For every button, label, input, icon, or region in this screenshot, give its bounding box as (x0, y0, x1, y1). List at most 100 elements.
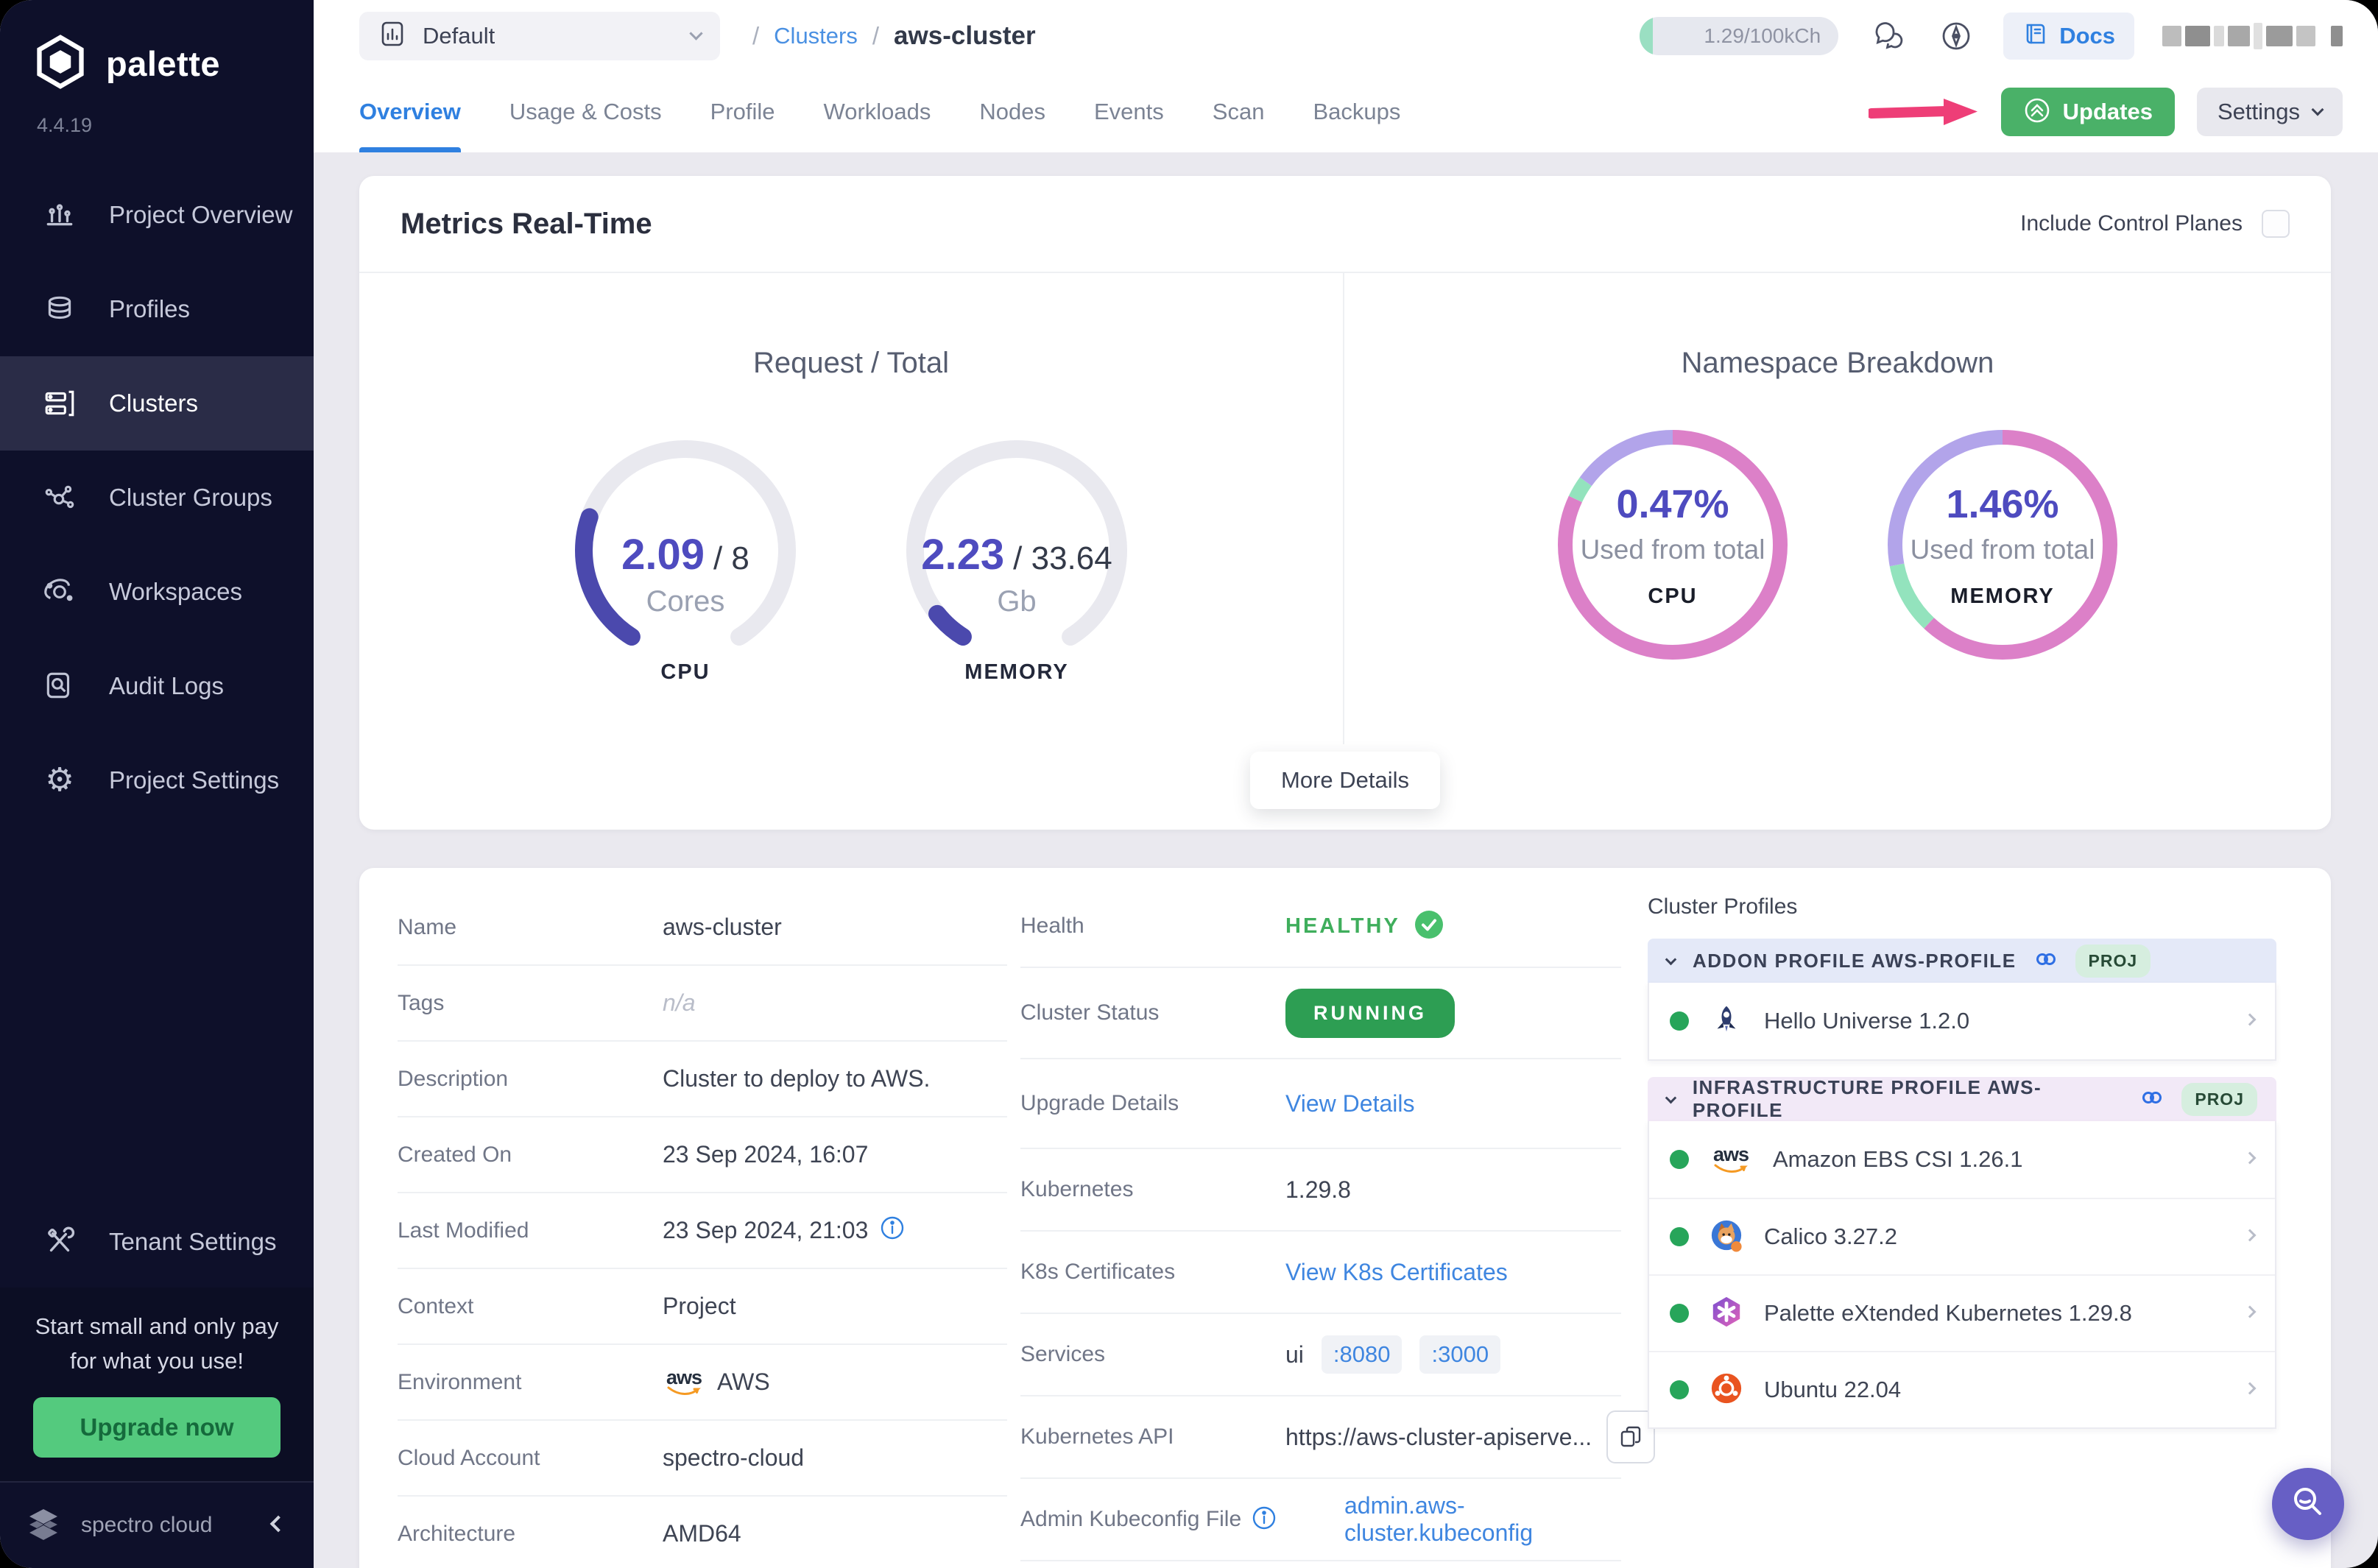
settings-label: Settings (2217, 99, 2300, 124)
profile-row-hello-universe[interactable]: Hello Universe 1.2.0 (1649, 983, 2275, 1059)
health-status-text: HEALTHY (1285, 914, 1400, 938)
memory-gauge: 2.23 / 33.64 Gb MEMORY (899, 433, 1135, 685)
detail-row-architecture: Architecture AMD64 (398, 1497, 1007, 1568)
profile-row-palette-extended-kubernetes[interactable]: Palette eXtended Kubernetes 1.29.8 (1649, 1274, 2275, 1351)
status-row-k8s-certificates: K8s Certificates View K8s Certificates (1020, 1232, 1621, 1314)
link-icon (2034, 947, 2058, 975)
sidebar-item-project-overview[interactable]: Project Overview (0, 168, 314, 262)
status-dot (1670, 1380, 1689, 1399)
memory-total-value: / 33.64 (1013, 540, 1112, 576)
tab-overview[interactable]: Overview (359, 71, 461, 152)
sidebar-item-label: Profiles (109, 295, 191, 322)
tab-scan[interactable]: Scan (1213, 71, 1265, 152)
explore-compass-icon[interactable] (1938, 18, 1974, 54)
tab-backups[interactable]: Backups (1313, 71, 1400, 152)
brand: palette (0, 0, 314, 93)
service-name: ui (1285, 1341, 1304, 1368)
chevron-right-icon (2243, 1151, 2257, 1166)
updates-button[interactable]: Updates (2000, 88, 2175, 136)
spectro-cloud-logo-icon (22, 1507, 65, 1544)
namespace-breakdown-section: Namespace Breakdown 0.47% Used from tota… (1344, 273, 2331, 744)
memory-request-value: 2.23 (921, 531, 1005, 579)
sidebar-item-tenant-settings[interactable]: Tenant Settings (0, 1196, 314, 1288)
sidebar-item-label: Project Overview (109, 201, 293, 228)
detail-row-created-on: Created On 23 Sep 2024, 16:07 (398, 1117, 1007, 1193)
sidebar-item-clusters[interactable]: Clusters (0, 356, 314, 451)
sidebar-item-cluster-groups[interactable]: Cluster Groups (0, 451, 314, 545)
memory-ring-label: MEMORY (1950, 584, 2055, 608)
breadcrumb-clusters-link[interactable]: Clusters (774, 23, 858, 49)
search-assistant-fab[interactable] (2272, 1468, 2344, 1540)
status-row-upgrade-details: Upgrade Details View Details (1020, 1059, 1621, 1149)
service-port-8080-link[interactable]: :8080 (1321, 1335, 1403, 1374)
network-icon (41, 481, 78, 515)
running-status-badge: RUNNING (1285, 988, 1455, 1038)
collapse-sidebar-button[interactable] (269, 1515, 287, 1533)
docs-button[interactable]: Docs (2003, 12, 2134, 60)
profile-row-calico[interactable]: Calico 3.27.2 (1649, 1198, 2275, 1274)
tab-usage-costs[interactable]: Usage & Costs (509, 71, 662, 152)
namespace-breakdown-title: Namespace Breakdown (1681, 347, 1994, 379)
detail-row-tags: Tags n/a (398, 966, 1007, 1042)
cpu-gauge: 2.09 / 8 Cores CPU (568, 433, 803, 685)
view-k8s-certificates-link[interactable]: View K8s Certificates (1285, 1259, 1508, 1286)
aws-logo: aws (1710, 1145, 1752, 1173)
cpu-used-percent: 0.47% (1616, 481, 1729, 526)
brand-name: palette (106, 44, 220, 83)
chevron-right-icon (2243, 1382, 2257, 1396)
breadcrumb-separator: / (752, 21, 760, 49)
link-icon (2140, 1086, 2164, 1113)
sidebar-item-label: Tenant Settings (109, 1228, 277, 1255)
chevron-right-icon (2243, 1229, 2257, 1243)
annotation-arrow (1868, 95, 1979, 129)
project-selector[interactable]: Default (359, 11, 720, 60)
memory-used-percent: 1.46% (1946, 481, 2059, 526)
more-details-button[interactable]: More Details (1250, 752, 1440, 809)
profile-row-amazon-ebs-csi[interactable]: aws Amazon EBS CSI 1.26.1 (1649, 1121, 2275, 1198)
tab-events[interactable]: Events (1094, 71, 1164, 152)
sidebar: palette 4.4.19 Project Overview Profiles… (0, 0, 314, 1568)
sidebar-item-workspaces[interactable]: Workspaces (0, 545, 314, 639)
include-control-planes-checkbox[interactable] (2262, 210, 2290, 238)
app-window: palette 4.4.19 Project Overview Profiles… (0, 0, 2378, 1568)
status-row-health: Health HEALTHY (1020, 886, 1621, 968)
cpu-request-value: 2.09 (621, 531, 705, 579)
sidebar-item-profiles[interactable]: Profiles (0, 262, 314, 356)
infrastructure-profile-header[interactable]: INFRASTRUCTURE PROFILE AWS-PROFILE PROJ (1648, 1076, 2276, 1121)
status-column: Health HEALTHY Cluster Status RUNNING Up… (1020, 868, 1656, 1561)
include-control-planes-label: Include Control Planes (2020, 211, 2243, 236)
feedback-chat-icon[interactable] (1871, 18, 1906, 54)
detail-row-environment: Environment aws AWS (398, 1345, 1007, 1421)
info-icon[interactable] (880, 1215, 905, 1246)
settings-button[interactable]: Settings (2196, 88, 2343, 136)
audit-icon (41, 669, 78, 703)
view-details-link[interactable]: View Details (1285, 1090, 1414, 1117)
kubeconfig-download-link[interactable]: admin.aws-cluster.kubeconfig (1344, 1492, 1621, 1547)
cpu-ring-label: CPU (1648, 584, 1698, 608)
used-from-total-caption: Used from total (1580, 534, 1765, 565)
app-version: 4.4.19 (37, 114, 93, 136)
upgrade-now-button[interactable]: Upgrade now (33, 1397, 281, 1458)
tab-workloads[interactable]: Workloads (824, 71, 931, 152)
palette-logo-icon (32, 34, 88, 93)
proj-scope-badge: PROJ (2181, 1082, 2257, 1116)
profile-row-ubuntu[interactable]: Ubuntu 22.04 (1649, 1351, 2275, 1427)
service-port-3000-link[interactable]: :3000 (1419, 1335, 1501, 1374)
tab-profile[interactable]: Profile (710, 71, 775, 152)
sidebar-item-audit-logs[interactable]: Audit Logs (0, 639, 314, 733)
cpu-namespace-ring: 0.47% Used from total CPU (1555, 427, 1790, 663)
detail-row-description: Description Cluster to deploy to AWS. (398, 1042, 1007, 1117)
cluster-tabs-bar: Overview Usage & Costs Profile Workloads… (314, 71, 2378, 152)
usage-quota-value: 1.29/100kCh (1704, 24, 1821, 47)
detail-row-name: Name aws-cluster (398, 890, 1007, 966)
cpu-total-value: / 8 (713, 540, 749, 576)
detail-row-context: Context Project (398, 1269, 1007, 1345)
calico-logo (1710, 1218, 1743, 1256)
tab-nodes[interactable]: Nodes (979, 71, 1045, 152)
user-menu-redacted[interactable] (2162, 22, 2343, 49)
info-icon[interactable] (1252, 1505, 1277, 1534)
chevron-right-icon (2243, 1013, 2257, 1028)
main-content: Metrics Real-Time Include Control Planes… (314, 152, 2378, 1568)
sidebar-item-project-settings[interactable]: ⚙ Project Settings (0, 733, 314, 827)
addon-profile-header[interactable]: ADDON PROFILE AWS-PROFILE PROJ (1648, 939, 2276, 983)
